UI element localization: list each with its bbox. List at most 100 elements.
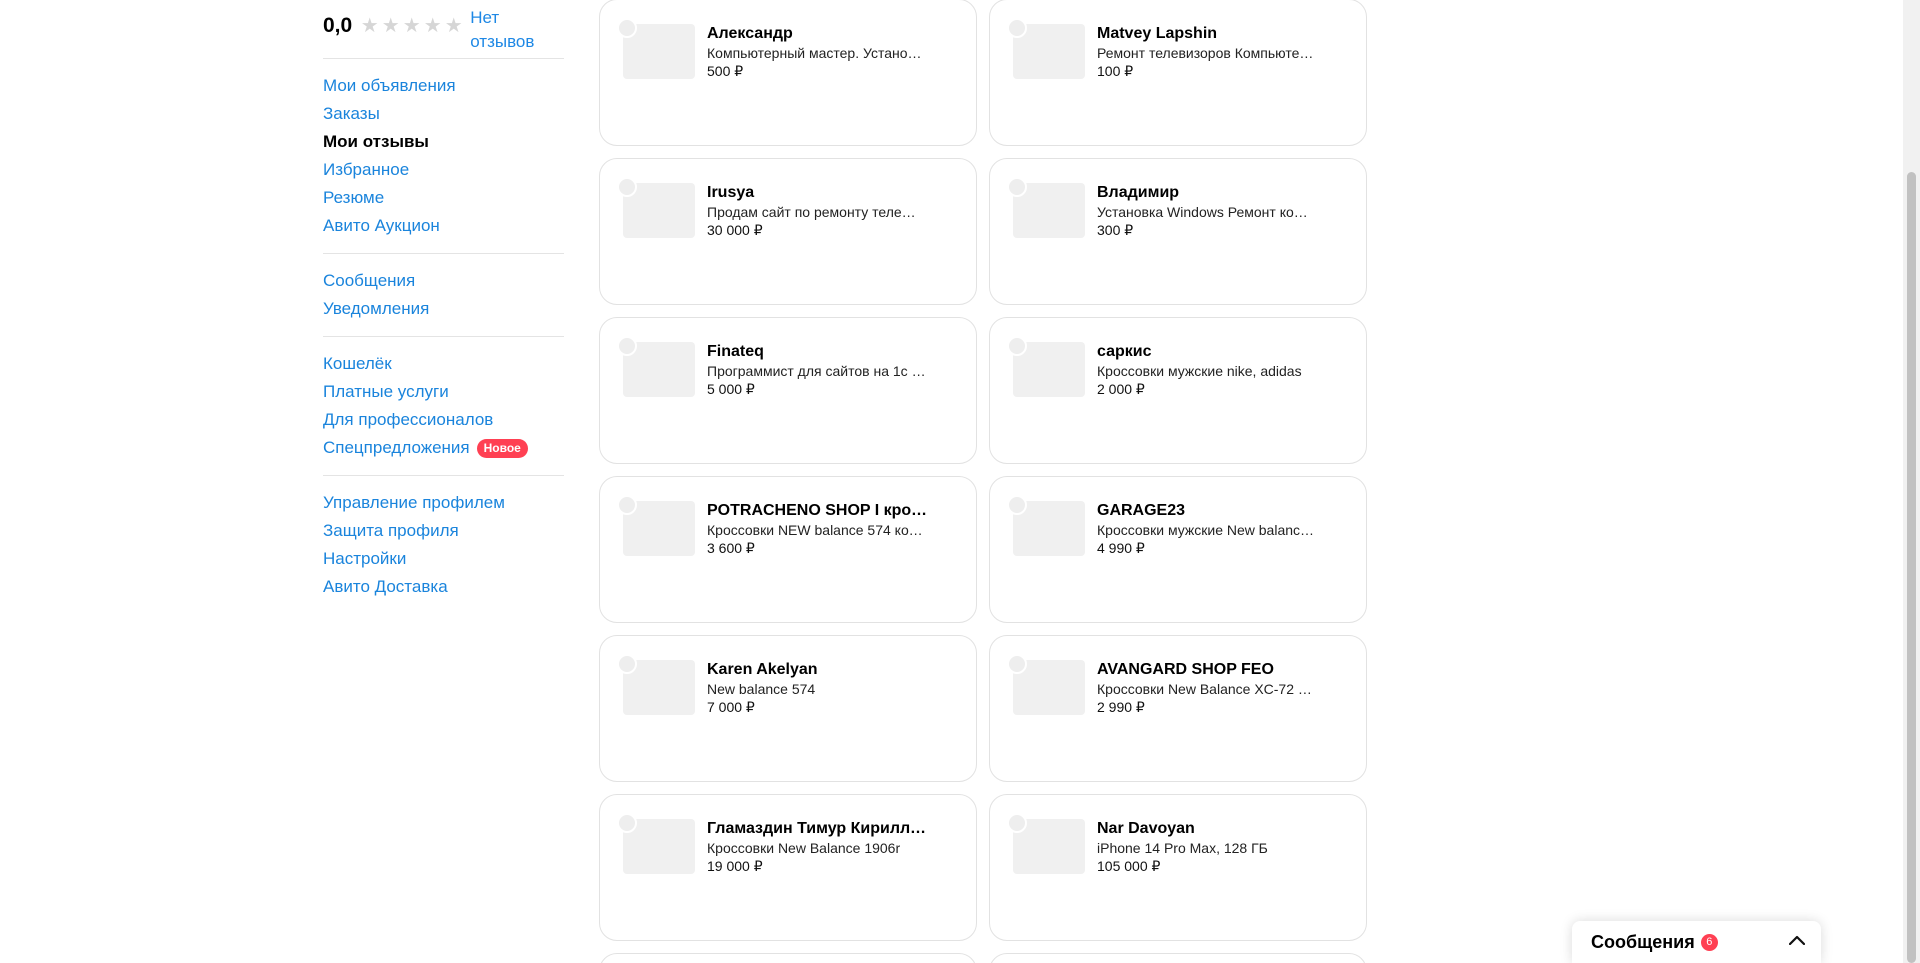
menu-item-for-pros[interactable]: Для профессионалов xyxy=(323,406,564,434)
seller-name: Finateq xyxy=(707,343,764,360)
card-info: саркис Кроссовки мужские nike, adidas 2 … xyxy=(1097,341,1317,399)
review-card-partial[interactable] xyxy=(599,953,977,963)
card-info: Matvey Lapshin Ремонт телевизоров Компью… xyxy=(1097,23,1317,81)
ad-title: New balance 574 xyxy=(707,681,816,697)
review-card[interactable]: Finateq Программист для сайтов на 1с Бит… xyxy=(599,317,977,464)
menu-item-delivery[interactable]: Авито Доставка xyxy=(323,573,564,601)
seller-name: Александр xyxy=(707,25,793,42)
review-card[interactable]: саркис Кроссовки мужские nike, adidas 2 … xyxy=(989,317,1367,464)
star-icon: ★ xyxy=(402,15,421,37)
rating-row: 0,0 ★ ★ ★ ★ ★ Нет отзывов xyxy=(323,0,564,58)
card-info: GARAGE23 Кроссовки мужские New balance 5… xyxy=(1097,500,1317,558)
messages-widget[interactable]: Сообщения 6 xyxy=(1572,921,1821,963)
ad-title: Установка Windows Ремонт компьютеров xyxy=(1097,204,1317,220)
card-info: Karen Akelyan New balance 574 7 000 ₽ xyxy=(707,659,927,717)
seller-name: Karen Akelyan xyxy=(707,661,818,678)
card-info: Александр Компьютерный мастер. Установка… xyxy=(707,23,927,81)
seller-name: POTRACHENO SHOP I кроссовки xyxy=(707,502,927,519)
avatar xyxy=(1007,813,1027,833)
chevron-up-icon[interactable] xyxy=(1789,935,1805,945)
review-card[interactable]: Александр Компьютерный мастер. Установка… xyxy=(599,0,977,146)
avatar xyxy=(1007,654,1027,674)
avatar xyxy=(617,813,637,833)
review-card[interactable]: Irusya Продам сайт по ремонту телефонов … xyxy=(599,158,977,305)
ad-price: 100 ₽ xyxy=(1097,63,1134,79)
card-info: AVANGARD SHOP FEO Кроссовки New Balance … xyxy=(1097,659,1317,717)
ad-price: 105 000 ₽ xyxy=(1097,858,1161,874)
ad-price: 5 000 ₽ xyxy=(707,381,755,397)
seller-name: Irusya xyxy=(707,184,755,201)
menu-item-messages[interactable]: Сообщения xyxy=(323,267,564,295)
card-info: Владимир Установка Windows Ремонт компью… xyxy=(1097,182,1317,240)
menu-item-resume[interactable]: Резюме xyxy=(323,184,564,212)
card-info: Гламаздин Тимур Кириллович Кроссовки New… xyxy=(707,818,927,876)
menu-item-special-offers[interactable]: Спецпредложения Новое xyxy=(323,434,564,462)
menu-item-orders[interactable]: Заказы xyxy=(323,100,564,128)
rating-stars: ★ ★ ★ ★ ★ xyxy=(359,15,464,37)
seller-name: GARAGE23 xyxy=(1097,502,1186,519)
review-card[interactable]: Nar Davoyan iPhone 14 Pro Max, 128 ГБ 10… xyxy=(989,794,1367,941)
seller-name: Nar Davoyan xyxy=(1097,820,1195,837)
avatar xyxy=(617,654,637,674)
menu-item-wallet[interactable]: Кошелёк xyxy=(323,350,564,378)
menu-group-wallet: Кошелёк Платные услуги Для профессионало… xyxy=(323,337,564,475)
card-info: Finateq Программист для сайтов на 1с Бит… xyxy=(707,341,927,399)
scrollbar-thumb[interactable] xyxy=(1907,172,1916,963)
sidebar: 0,0 ★ ★ ★ ★ ★ Нет отзывов Мои объявления… xyxy=(323,0,564,614)
review-card[interactable]: Гламаздин Тимур Кириллович Кроссовки New… xyxy=(599,794,977,941)
menu-item-my-reviews[interactable]: Мои отзывы xyxy=(323,128,564,156)
ad-price: 3 600 ₽ xyxy=(707,540,755,556)
avatar xyxy=(617,336,637,356)
avatar xyxy=(617,177,637,197)
review-card[interactable]: Karen Akelyan New balance 574 7 000 ₽ xyxy=(599,635,977,782)
star-icon: ★ xyxy=(381,15,400,37)
ad-price: 4 990 ₽ xyxy=(1097,540,1145,556)
ad-title: Компьютерный мастер. Установка Windows xyxy=(707,45,927,61)
ad-title: Программист для сайтов на 1с Битрикс xyxy=(707,363,927,379)
review-card[interactable]: POTRACHENO SHOP I кроссовки Кроссовки NE… xyxy=(599,476,977,623)
ad-title: Продам сайт по ремонту телефонов xyxy=(707,204,927,220)
ad-price: 2 990 ₽ xyxy=(1097,699,1145,715)
ad-title: Ремонт телевизоров Компьютеров xyxy=(1097,45,1317,61)
seller-name: Matvey Lapshin xyxy=(1097,25,1218,42)
review-card[interactable]: AVANGARD SHOP FEO Кроссовки New Balance … xyxy=(989,635,1367,782)
ad-title: iPhone 14 Pro Max, 128 ГБ xyxy=(1097,840,1268,856)
review-card-partial[interactable] xyxy=(989,953,1367,963)
ad-title: Кроссовки NEW balance 574 кожаные xyxy=(707,522,927,538)
seller-name: Гламаздин Тимур Кириллович xyxy=(707,820,927,837)
card-info: Nar Davoyan iPhone 14 Pro Max, 128 ГБ 10… xyxy=(1097,818,1317,876)
ad-title: Кроссовки мужские nike, adidas xyxy=(1097,363,1302,379)
menu-item-notifications[interactable]: Уведомления xyxy=(323,295,564,323)
ad-price: 19 000 ₽ xyxy=(707,858,763,874)
menu-item-favorites[interactable]: Избранное xyxy=(323,156,564,184)
menu-item-paid-services[interactable]: Платные услуги xyxy=(323,378,564,406)
menu-group-ads: Мои объявления Заказы Мои отзывы Избранн… xyxy=(323,59,564,253)
avatar xyxy=(1007,495,1027,515)
ad-title: Кроссовки New Balance 1906r xyxy=(707,840,901,856)
ad-price: 30 000 ₽ xyxy=(707,222,763,238)
avatar xyxy=(1007,18,1027,38)
ad-title: Кроссовки мужские New balance 530 xyxy=(1097,522,1317,538)
star-icon: ★ xyxy=(423,15,442,37)
no-reviews-link[interactable]: Нет отзывов xyxy=(470,6,550,54)
review-card[interactable]: Владимир Установка Windows Ремонт компью… xyxy=(989,158,1367,305)
menu-item-profile-management[interactable]: Управление профилем xyxy=(323,489,564,517)
seller-name: AVANGARD SHOP FEO xyxy=(1097,661,1274,678)
star-icon: ★ xyxy=(444,15,463,37)
seller-name: Владимир xyxy=(1097,184,1180,201)
rating-value: 0,0 xyxy=(323,14,353,37)
review-card[interactable]: Matvey Lapshin Ремонт телевизоров Компью… xyxy=(989,0,1367,146)
menu-group-messages: Сообщения Уведомления xyxy=(323,254,564,336)
ad-price: 2 000 ₽ xyxy=(1097,381,1145,397)
menu-item-settings[interactable]: Настройки xyxy=(323,545,564,573)
menu-item-label: Спецпредложения xyxy=(323,438,470,457)
ad-price: 7 000 ₽ xyxy=(707,699,755,715)
ad-price: 300 ₽ xyxy=(1097,222,1134,238)
menu-item-my-ads[interactable]: Мои объявления xyxy=(323,72,564,100)
review-card[interactable]: GARAGE23 Кроссовки мужские New balance 5… xyxy=(989,476,1367,623)
menu-group-profile: Управление профилем Защита профиля Настр… xyxy=(323,476,564,614)
menu-item-profile-protection[interactable]: Защита профиля xyxy=(323,517,564,545)
menu-item-auction[interactable]: Авито Аукцион xyxy=(323,212,564,240)
scrollbar[interactable] xyxy=(1903,0,1920,963)
new-badge: Новое xyxy=(476,438,528,458)
